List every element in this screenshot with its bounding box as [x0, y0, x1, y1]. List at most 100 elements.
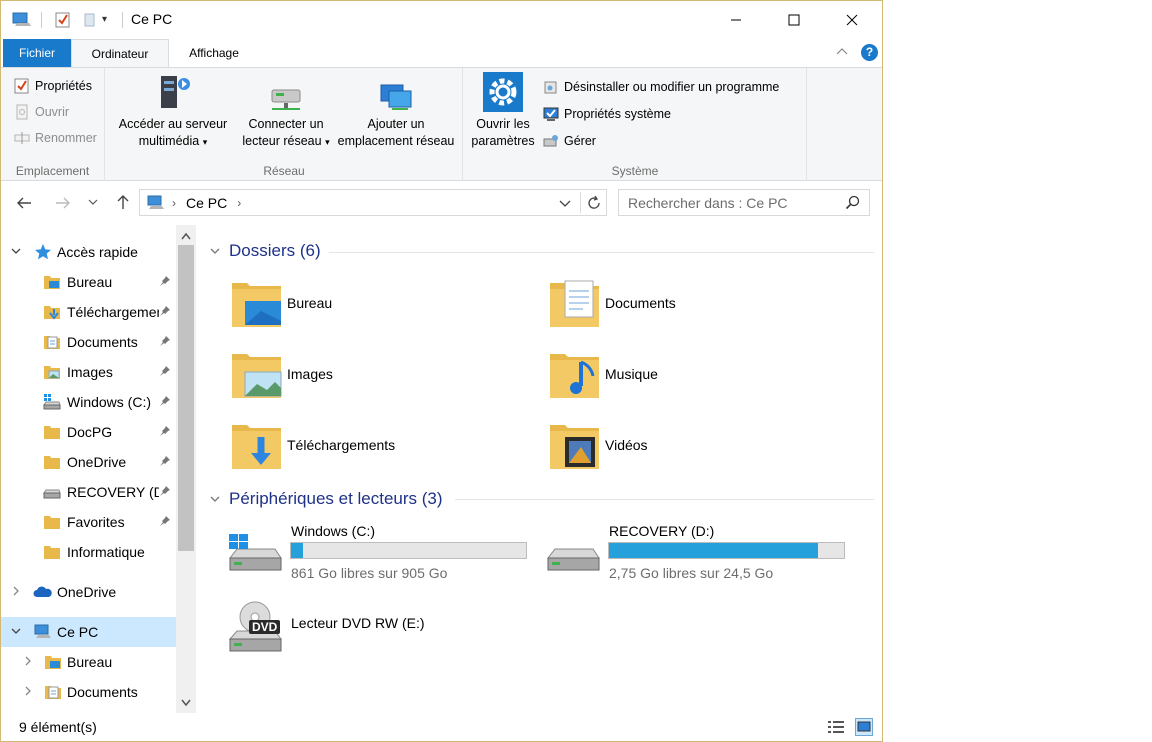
maximize-button[interactable] [765, 1, 823, 39]
breadcrumb-chevron-icon[interactable]: › [237, 196, 241, 210]
pin-icon[interactable] [159, 335, 171, 350]
open-icon [13, 103, 31, 121]
drive-d[interactable]: RECOVERY (D:) 2,75 Go libres sur 24,5 Go [545, 523, 855, 593]
media-server-button[interactable]: Accéder au serveur multimédia ▾ [114, 72, 232, 151]
tab-computer[interactable]: Ordinateur [71, 39, 169, 67]
pin-icon[interactable] [159, 275, 171, 290]
nav-quick-access-label: Accès rapide [57, 244, 138, 260]
up-arrow-icon[interactable] [114, 193, 132, 214]
open-button[interactable]: Ouvrir [13, 101, 69, 123]
manage-button[interactable]: Gérer [542, 130, 596, 152]
ribbon: Propriétés Ouvrir Renommer Emplacement A… [1, 67, 882, 181]
sidebar-item[interactable]: OneDrive [1, 447, 176, 477]
sidebar-item[interactable]: Bureau [1, 267, 176, 297]
scrollbar-thumb[interactable] [178, 245, 194, 551]
pin-icon[interactable] [159, 455, 171, 470]
search-icon[interactable] [845, 195, 861, 214]
pin-icon[interactable] [159, 485, 171, 500]
breadcrumb-this-pc[interactable]: Ce PC [186, 195, 227, 211]
windows-drive-icon [43, 393, 61, 411]
add-network-location-button[interactable]: Ajouter un emplacement réseau [334, 82, 458, 150]
breadcrumb-chevron-icon[interactable]: › [172, 196, 176, 210]
pin-icon[interactable] [159, 365, 171, 380]
collapse-ribbon-icon[interactable] [835, 45, 849, 62]
collapse-chevron-icon[interactable] [209, 245, 221, 260]
nav-this-pc-desktop[interactable]: Bureau [1, 647, 176, 677]
scroll-down-icon[interactable] [180, 697, 192, 711]
network-group: Accéder au serveur multimédia ▾ Connecte… [106, 68, 463, 181]
customize-toolbar-icon[interactable]: ▾ [102, 11, 116, 29]
search-input[interactable]: Rechercher dans : Ce PC [618, 189, 870, 216]
sidebar-item-label: Images [67, 364, 113, 380]
sidebar-item[interactable]: Favorites [1, 507, 176, 537]
sidebar-item[interactable]: DocPG [1, 417, 176, 447]
pin-icon[interactable] [159, 305, 171, 320]
new-folder-quick-icon[interactable] [80, 11, 98, 29]
pin-icon[interactable] [159, 425, 171, 440]
expand-chevron-icon[interactable] [21, 685, 35, 700]
drive-e[interactable]: DVD Lecteur DVD RW (E:) [227, 601, 537, 685]
details-view-icon[interactable] [827, 719, 845, 738]
section-divider [455, 499, 874, 500]
address-bar[interactable]: › Ce PC › [139, 189, 607, 216]
expand-chevron-icon[interactable] [21, 655, 35, 670]
pin-icon[interactable] [159, 515, 171, 530]
nav-scrollbar[interactable] [176, 225, 196, 713]
sidebar-item[interactable]: RECOVERY (D:) [1, 477, 176, 507]
help-icon[interactable]: ? [861, 44, 878, 61]
folder-tile[interactable]: Bureau [231, 273, 531, 333]
media-server-icon [153, 72, 193, 112]
uninstall-program-button[interactable]: Désinstaller ou modifier un programme [542, 76, 779, 98]
rename-button[interactable]: Renommer [13, 127, 97, 149]
large-icons-view-icon[interactable] [855, 718, 873, 736]
expand-chevron-icon[interactable] [9, 585, 23, 600]
nav-quick-access[interactable]: Accès rapide [1, 237, 176, 267]
minimize-button[interactable] [707, 1, 765, 39]
drive-c[interactable]: Windows (C:) 861 Go libres sur 905 Go [227, 523, 537, 593]
refresh-icon[interactable] [586, 195, 602, 214]
open-settings-button[interactable]: Ouvrir les paramètres [468, 72, 538, 150]
nav-onedrive[interactable]: OneDrive [1, 577, 176, 607]
manage-icon [542, 132, 560, 150]
network-location-icon [376, 82, 416, 112]
status-bar: 9 élément(s) [1, 713, 882, 741]
sidebar-item[interactable]: Images [1, 357, 176, 387]
recent-locations-chevron-icon[interactable] [87, 196, 99, 211]
nav-this-pc-documents[interactable]: Documents [1, 677, 176, 707]
address-dropdown-icon[interactable] [558, 196, 572, 213]
sidebar-item-label: Windows (C:) [67, 394, 152, 410]
nav-this-pc-label: Ce PC [57, 624, 99, 640]
folders-section-header[interactable]: Dossiers (6) [229, 239, 321, 263]
maximize-icon [788, 14, 800, 26]
sidebar-item[interactable]: Téléchargements [1, 297, 176, 327]
properties-quick-icon[interactable] [54, 11, 72, 29]
expand-chevron-icon[interactable] [9, 245, 23, 260]
nav-this-pc[interactable]: Ce PC [1, 617, 176, 647]
separator [122, 12, 123, 28]
map-network-drive-button[interactable]: Connecter un lecteur réseau ▾ [232, 84, 340, 151]
settings-gear-icon [483, 72, 523, 112]
sidebar-item[interactable]: Windows (C:) [1, 387, 176, 417]
sidebar-item[interactable]: Documents [1, 327, 176, 357]
forward-arrow-icon[interactable] [54, 194, 72, 215]
drives-section-header[interactable]: Périphériques et lecteurs (3) [229, 487, 443, 511]
tab-file[interactable]: Fichier [3, 39, 71, 67]
collapse-chevron-icon[interactable] [209, 493, 221, 508]
sidebar-item[interactable]: Informatique [1, 537, 176, 567]
pin-icon[interactable] [159, 395, 171, 410]
properties-button[interactable]: Propriétés [13, 75, 92, 97]
scroll-up-icon[interactable] [180, 230, 192, 244]
expand-chevron-icon[interactable] [9, 625, 23, 640]
folder-tile[interactable]: Vidéos [549, 415, 849, 475]
folder-tile[interactable]: Téléchargements [231, 415, 531, 475]
sidebar-item-label: OneDrive [67, 454, 127, 470]
folder-tile[interactable]: Images [231, 344, 531, 404]
close-button[interactable] [823, 1, 881, 39]
folder-tile[interactable]: Musique [549, 344, 849, 404]
back-arrow-icon[interactable] [15, 194, 33, 215]
open-label: Ouvrir [35, 105, 70, 119]
tab-view[interactable]: Affichage [171, 39, 257, 67]
folder-tile[interactable]: Documents [549, 273, 849, 333]
folder-label: Images [287, 366, 333, 382]
system-properties-button[interactable]: Propriétés système [542, 103, 671, 125]
